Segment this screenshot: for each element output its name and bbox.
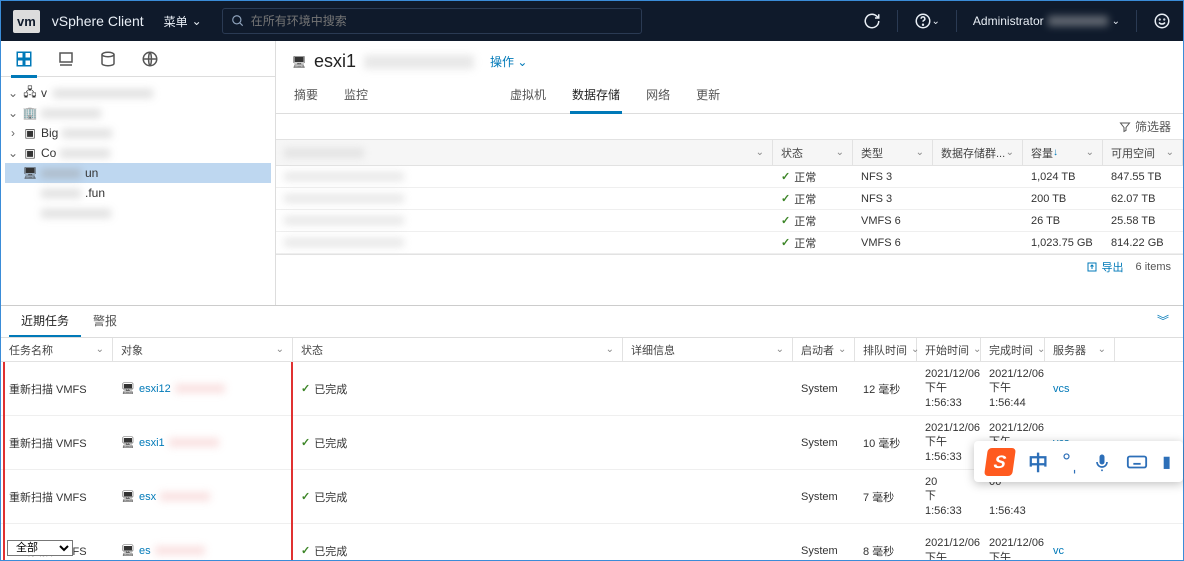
tcol-start[interactable]: 开始时间⌄: [917, 338, 981, 361]
network-view-icon[interactable]: [139, 48, 161, 70]
host-icon: 🖥: [121, 436, 135, 449]
tasks-header-row: 任务名称⌄ 对象⌄ 状态⌄ 详细信息⌄ 启动者⌄ 排队时间⌄ 开始时间⌄ 完成时…: [1, 338, 1183, 362]
grid-header-row: ⌄ 状态⌄ 类型⌄ 数据存储群...⌄ 容量↓⌄ 可用空间⌄: [276, 140, 1183, 166]
table-row[interactable]: ✓正常 VMFS 6 26 TB 25.58 TB: [276, 210, 1183, 232]
refresh-icon[interactable]: [863, 12, 881, 30]
brand-label: vSphere Client: [52, 13, 144, 29]
tab-hidden2[interactable]: [450, 80, 486, 113]
tree-host-3[interactable]: [5, 203, 271, 223]
tree-datacenter[interactable]: ⌄🏢: [5, 103, 271, 123]
datacenter-icon: 🏢: [23, 106, 37, 120]
page-title: esxi1: [314, 51, 356, 72]
tasks-filter-select[interactable]: 全部: [7, 540, 73, 556]
col-name[interactable]: ⌄: [276, 140, 773, 165]
vmware-logo: vm: [13, 10, 40, 33]
tab-datastores[interactable]: 数据存储: [570, 80, 622, 114]
col-free[interactable]: 可用空间⌄: [1103, 140, 1183, 165]
mic-icon[interactable]: [1092, 452, 1112, 472]
recent-tasks-panel: 近期任务 警报 ︾ 任务名称⌄ 对象⌄ 状态⌄ 详细信息⌄ 启动者⌄ 排队时间⌄…: [1, 305, 1183, 560]
sidebar: ⌄🖧v ⌄🏢 ›▣Big ⌄▣Co 🖥un .fun: [1, 41, 276, 305]
tree-host-1[interactable]: 🖥un: [5, 163, 271, 183]
export-button[interactable]: 导出: [1086, 259, 1124, 275]
chevron-down-icon: ⌄: [192, 14, 202, 28]
ime-toolbar[interactable]: S 中 °ˌ ▮: [974, 441, 1183, 482]
host-icon: 🖥: [121, 544, 135, 557]
table-row[interactable]: ✓正常 NFS 3 200 TB 62.07 TB: [276, 188, 1183, 210]
host-icon: [23, 186, 37, 200]
col-status[interactable]: 状态⌄: [773, 140, 853, 165]
tcol-queue[interactable]: 排队时间⌄: [855, 338, 917, 361]
tcol-server[interactable]: 服务器⌄: [1045, 338, 1115, 361]
search-input[interactable]: [251, 14, 633, 28]
tree-cluster-2[interactable]: ⌄▣Co: [5, 143, 271, 163]
task-row[interactable]: 重新扫描 VMFS 🖥esxi12 ✓已完成 System 12 毫秒 2021…: [1, 362, 1183, 416]
user-button[interactable]: Administrator ⌄: [973, 14, 1120, 28]
tab-monitor[interactable]: 监控: [342, 80, 370, 113]
hosts-view-icon[interactable]: [13, 48, 35, 70]
tasks-tabs: 近期任务 警报 ︾: [1, 306, 1183, 338]
tab-alarms[interactable]: 警报: [81, 306, 129, 337]
topbar-right: ⌄ Administrator ⌄: [863, 10, 1171, 32]
tab-vms[interactable]: 虚拟机: [508, 80, 548, 113]
tab-hidden1[interactable]: [392, 80, 428, 113]
content-area: 🖥 esxi1 操作 ⌄ 摘要 监控 虚拟机 数据存储 网络 更新 筛选器: [276, 41, 1183, 305]
sogou-logo-icon: S: [984, 448, 1016, 476]
nav-modes: [1, 41, 275, 77]
vcenter-icon: 🖧: [23, 86, 37, 100]
ime-more-icon[interactable]: ▮: [1162, 452, 1171, 472]
ime-mode-label[interactable]: 中: [1028, 447, 1048, 476]
tcol-details[interactable]: 详细信息⌄: [623, 338, 793, 361]
task-row[interactable]: 重新扫描 VMFS 🖥es ✓已完成 System 8 毫秒 2021/12/0…: [1, 524, 1183, 560]
tree-root[interactable]: ⌄🖧v: [5, 83, 271, 103]
filter-label[interactable]: 筛选器: [1135, 118, 1171, 135]
tab-updates[interactable]: 更新: [694, 80, 722, 113]
tcol-initiator[interactable]: 启动者⌄: [793, 338, 855, 361]
storage-view-icon[interactable]: [97, 48, 119, 70]
tree-host-2[interactable]: .fun: [5, 183, 271, 203]
inventory-tree: ⌄🖧v ⌄🏢 ›▣Big ⌄▣Co 🖥un .fun: [1, 77, 275, 229]
items-count: 6 items: [1136, 261, 1171, 273]
vms-view-icon[interactable]: [55, 48, 77, 70]
tab-networks[interactable]: 网络: [644, 80, 672, 113]
col-cluster[interactable]: 数据存储群...⌄: [933, 140, 1023, 165]
host-icon: 🖥: [292, 55, 306, 69]
help-icon[interactable]: ⌄: [914, 12, 940, 30]
filter-icon[interactable]: [1119, 120, 1131, 134]
tcol-object[interactable]: 对象⌄: [113, 338, 293, 361]
tab-bar: 摘要 监控 虚拟机 数据存储 网络 更新: [276, 72, 1183, 114]
host-icon: [23, 206, 37, 220]
tab-recent-tasks[interactable]: 近期任务: [9, 306, 81, 337]
smiley-icon[interactable]: [1153, 12, 1171, 30]
keyboard-icon[interactable]: [1126, 451, 1148, 473]
cluster-icon: ▣: [23, 126, 37, 140]
menu-label: 菜单: [164, 13, 188, 30]
tree-cluster-1[interactable]: ›▣Big: [5, 123, 271, 143]
collapse-icon[interactable]: ︾: [1151, 306, 1175, 337]
global-search[interactable]: [222, 8, 642, 34]
host-icon: 🖥: [121, 490, 135, 503]
content-header: 🖥 esxi1 操作 ⌄: [276, 41, 1183, 72]
main-split: ⌄🖧v ⌄🏢 ›▣Big ⌄▣Co 🖥un .fun 🖥 esxi1 操作 ⌄ …: [1, 41, 1183, 305]
tcol-end[interactable]: 完成时间⌄: [981, 338, 1045, 361]
tab-summary[interactable]: 摘要: [292, 80, 320, 113]
menu-button[interactable]: 菜单 ⌄: [156, 9, 210, 34]
cluster-icon: ▣: [23, 146, 37, 160]
search-icon: [231, 14, 245, 29]
table-row[interactable]: ✓正常 NFS 3 1,024 TB 847.55 TB: [276, 166, 1183, 188]
tcol-status[interactable]: 状态⌄: [293, 338, 623, 361]
col-capacity[interactable]: 容量↓⌄: [1023, 140, 1103, 165]
host-icon: 🖥: [23, 166, 37, 180]
col-type[interactable]: 类型⌄: [853, 140, 933, 165]
topbar: vm vSphere Client 菜单 ⌄ ⌄ Administrator ⌄: [1, 1, 1183, 41]
table-row[interactable]: ✓正常 VMFS 6 1,023.75 GB 814.22 GB: [276, 232, 1183, 254]
tcol-name[interactable]: 任务名称⌄: [1, 338, 113, 361]
actions-menu[interactable]: 操作 ⌄: [490, 53, 527, 70]
host-icon: 🖥: [121, 382, 135, 395]
datastore-grid: ⌄ 状态⌄ 类型⌄ 数据存储群...⌄ 容量↓⌄ 可用空间⌄ ✓正常 NFS 3…: [276, 139, 1183, 279]
datastore-pane: 筛选器 ⌄ 状态⌄ 类型⌄ 数据存储群...⌄ 容量↓⌄ 可用空间⌄ ✓正常 N…: [276, 114, 1183, 305]
grid-statusbar: 导出 6 items: [276, 254, 1183, 279]
user-label: Administrator: [973, 14, 1044, 28]
